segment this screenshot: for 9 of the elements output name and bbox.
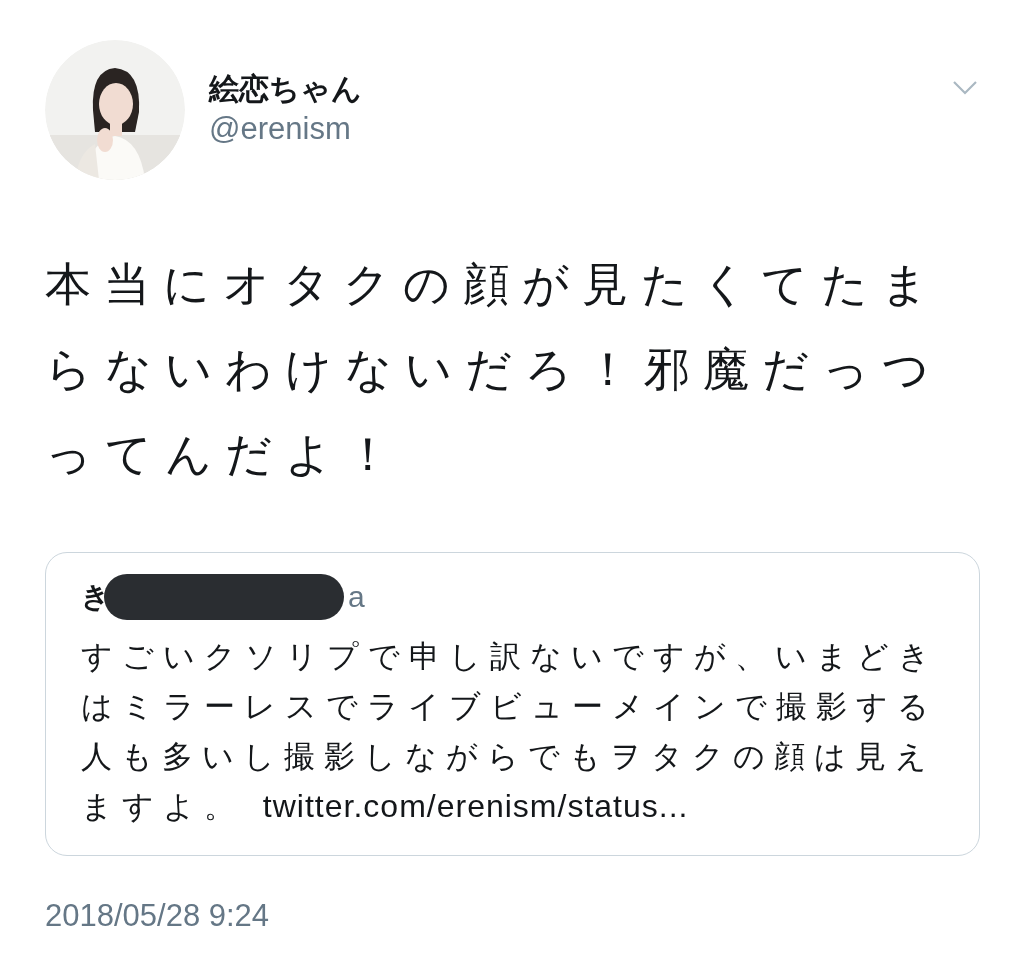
quoted-author-name: き [81, 579, 110, 615]
tweet-text: 本当にオタクの顔が見たくてたまらないわけないだろ！邪魔だっつってんだよ！ [45, 256, 943, 483]
tweet-timestamp: 2018/05/28 9:24 [45, 898, 271, 934]
quoted-tweet-link[interactable]: twitter.com/erenism/status... [262, 788, 689, 824]
quoted-tweet-text: すごいクソリプで申し訳ないですが、いまどきはミラーレスでライブビューメインで撮影する人も多いし撮影しながらでもヲタクの顔は見えますよ。 twitter.com/erenism/status... [81, 637, 940, 826]
quoted-tweet-card[interactable]: き a すごいクソリプで申し訳ないですが、いまどきはミラーレスでライブビューメインで撮影する人も多いし撮影しながらでもヲタクの顔は見えますよ。 twitter.com/erenism/status... [45, 552, 980, 856]
author-name: 絵恋ちゃん [209, 70, 363, 108]
quoted-author-handle: a [348, 580, 365, 614]
author-handle: @erenism [209, 110, 352, 148]
